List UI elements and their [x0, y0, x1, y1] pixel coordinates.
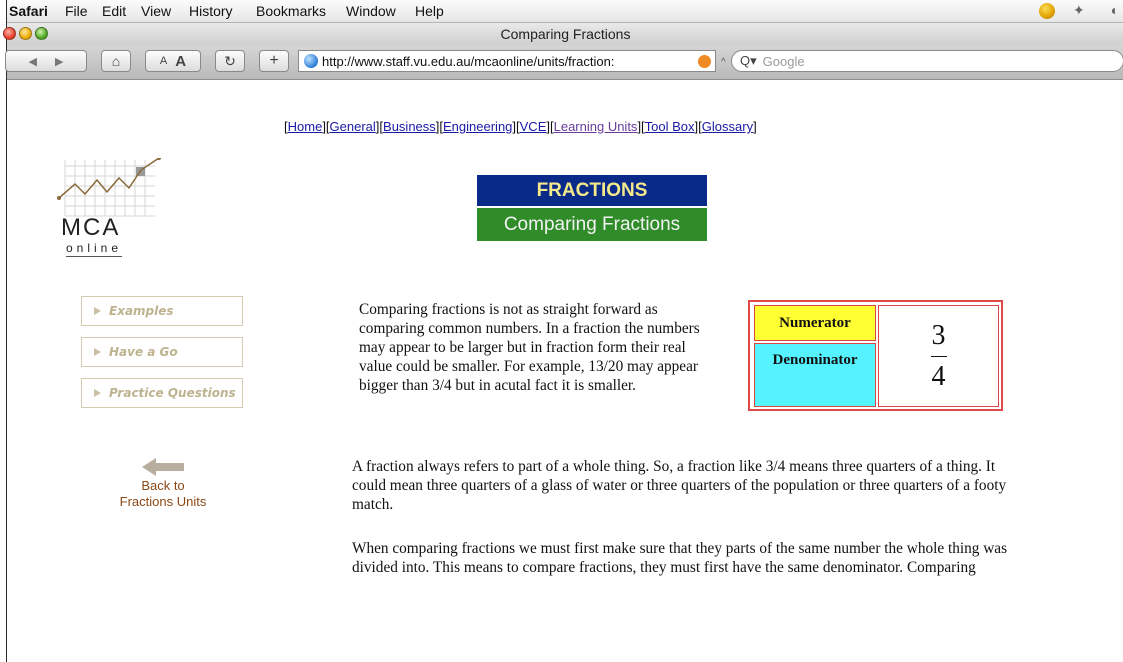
add-bookmark-button[interactable]: + [259, 50, 289, 72]
search-icon[interactable]: Q▾ [740, 53, 757, 69]
nav-link-learning-units[interactable]: Learning Units [554, 119, 638, 134]
volume-icon[interactable]: ◖ [1109, 2, 1117, 18]
top-navigation: [Home][General][Business][Engineering][V… [284, 119, 757, 134]
text-size-buttons[interactable]: A A [145, 50, 201, 72]
comparing-paragraph: When comparing fractions we must first m… [352, 540, 1008, 576]
home-button[interactable]: ⌂ [101, 50, 131, 72]
fraction-numerator: 3 [931, 319, 946, 351]
back-arrow-icon [142, 458, 184, 476]
menu-safari[interactable]: Safari [9, 3, 48, 19]
page-title: FRACTIONS [477, 175, 707, 206]
nav-link-glossary[interactable]: Glossary [702, 119, 753, 134]
logo-text: MCA [61, 214, 121, 241]
nav-link-home[interactable]: Home [288, 119, 323, 134]
window-title: Comparing Fractions [500, 26, 631, 42]
reload-button[interactable]: ↻ [215, 50, 245, 72]
page-content: [Home][General][Business][Engineering][V… [7, 80, 1123, 662]
practice-questions-button[interactable]: Practice Questions [81, 378, 243, 408]
home-icon: ⌂ [111, 53, 121, 69]
toolbar: ◀ ▶ ⌂ A A ↻ + http://www.staff.vu.edu.au… [5, 45, 1123, 80]
text-smaller-button[interactable]: A [160, 55, 167, 67]
title-bar: Comparing Fractions [3, 23, 1123, 45]
plus-icon: + [269, 52, 279, 69]
forward-button[interactable]: ▶ [46, 55, 72, 68]
menu-bookmarks[interactable]: Bookmarks [256, 3, 326, 19]
menu-history[interactable]: History [189, 3, 233, 19]
page-subtitle: Comparing Fractions [477, 208, 707, 241]
fraction-bar [930, 355, 947, 357]
text-bigger-button[interactable]: A [175, 53, 186, 70]
search-field[interactable]: Q▾ Google [731, 50, 1123, 72]
back-line-2: Fractions Units [119, 494, 207, 509]
denominator-label: Denominator [754, 343, 876, 407]
back-button[interactable]: ◀ [20, 55, 46, 68]
nav-link-general[interactable]: General [330, 119, 376, 134]
menu-help[interactable]: Help [415, 3, 444, 19]
browser-window: Safari File Edit View History Bookmarks … [3, 0, 1123, 662]
triangle-right-icon [94, 307, 101, 315]
have-a-go-label: Have a Go [109, 345, 178, 359]
menu-bar: Safari File Edit View History Bookmarks … [7, 0, 1123, 23]
logo-chart-icon [57, 156, 161, 217]
numerator-label: Numerator [754, 305, 876, 341]
examples-button[interactable]: Examples [81, 296, 243, 326]
logo-subtext: online [66, 241, 123, 257]
examples-label: Examples [109, 304, 174, 318]
whole-thing-paragraph: A fraction always refers to part of a wh… [352, 458, 1007, 513]
status-menu-icon[interactable] [1039, 3, 1055, 19]
address-bar[interactable]: http://www.staff.vu.edu.au/mcaonline/uni… [298, 50, 716, 72]
fraction-table: Numerator Denominator 3 4 [748, 300, 1003, 411]
mca-online-logo: MCA online [57, 156, 167, 258]
nav-link-business[interactable]: Business [383, 119, 436, 134]
caret-icon: ^ [721, 57, 726, 68]
triangle-right-icon [94, 348, 101, 356]
nav-link-engineering[interactable]: Engineering [443, 119, 512, 134]
menu-window[interactable]: Window [346, 3, 396, 19]
reload-icon: ↻ [224, 52, 236, 69]
back-to-fractions-link[interactable]: Back to Fractions Units [99, 458, 227, 510]
triangle-right-icon [94, 389, 101, 397]
menu-edit[interactable]: Edit [102, 3, 126, 19]
nav-link-tool-box[interactable]: Tool Box [645, 119, 695, 134]
globe-icon [304, 54, 318, 68]
menu-view[interactable]: View [141, 3, 171, 19]
menu-file[interactable]: File [65, 3, 88, 19]
practice-questions-label: Practice Questions [109, 386, 236, 400]
back-forward-buttons: ◀ ▶ [5, 50, 87, 72]
fraction-display: 3 4 [878, 305, 999, 407]
url-text[interactable]: http://www.staff.vu.edu.au/mcaonline/uni… [322, 54, 698, 69]
search-placeholder: Google [762, 53, 805, 69]
back-line-1: Back to [141, 478, 185, 493]
fraction-denominator: 4 [931, 360, 946, 392]
snapback-icon[interactable] [698, 54, 711, 68]
have-a-go-button[interactable]: Have a Go [81, 337, 243, 367]
intro-paragraph: Comparing fractions is not as straight f… [359, 301, 700, 394]
bluetooth-icon[interactable]: ✦ [1073, 2, 1085, 19]
nav-link-vce[interactable]: VCE [520, 119, 547, 134]
